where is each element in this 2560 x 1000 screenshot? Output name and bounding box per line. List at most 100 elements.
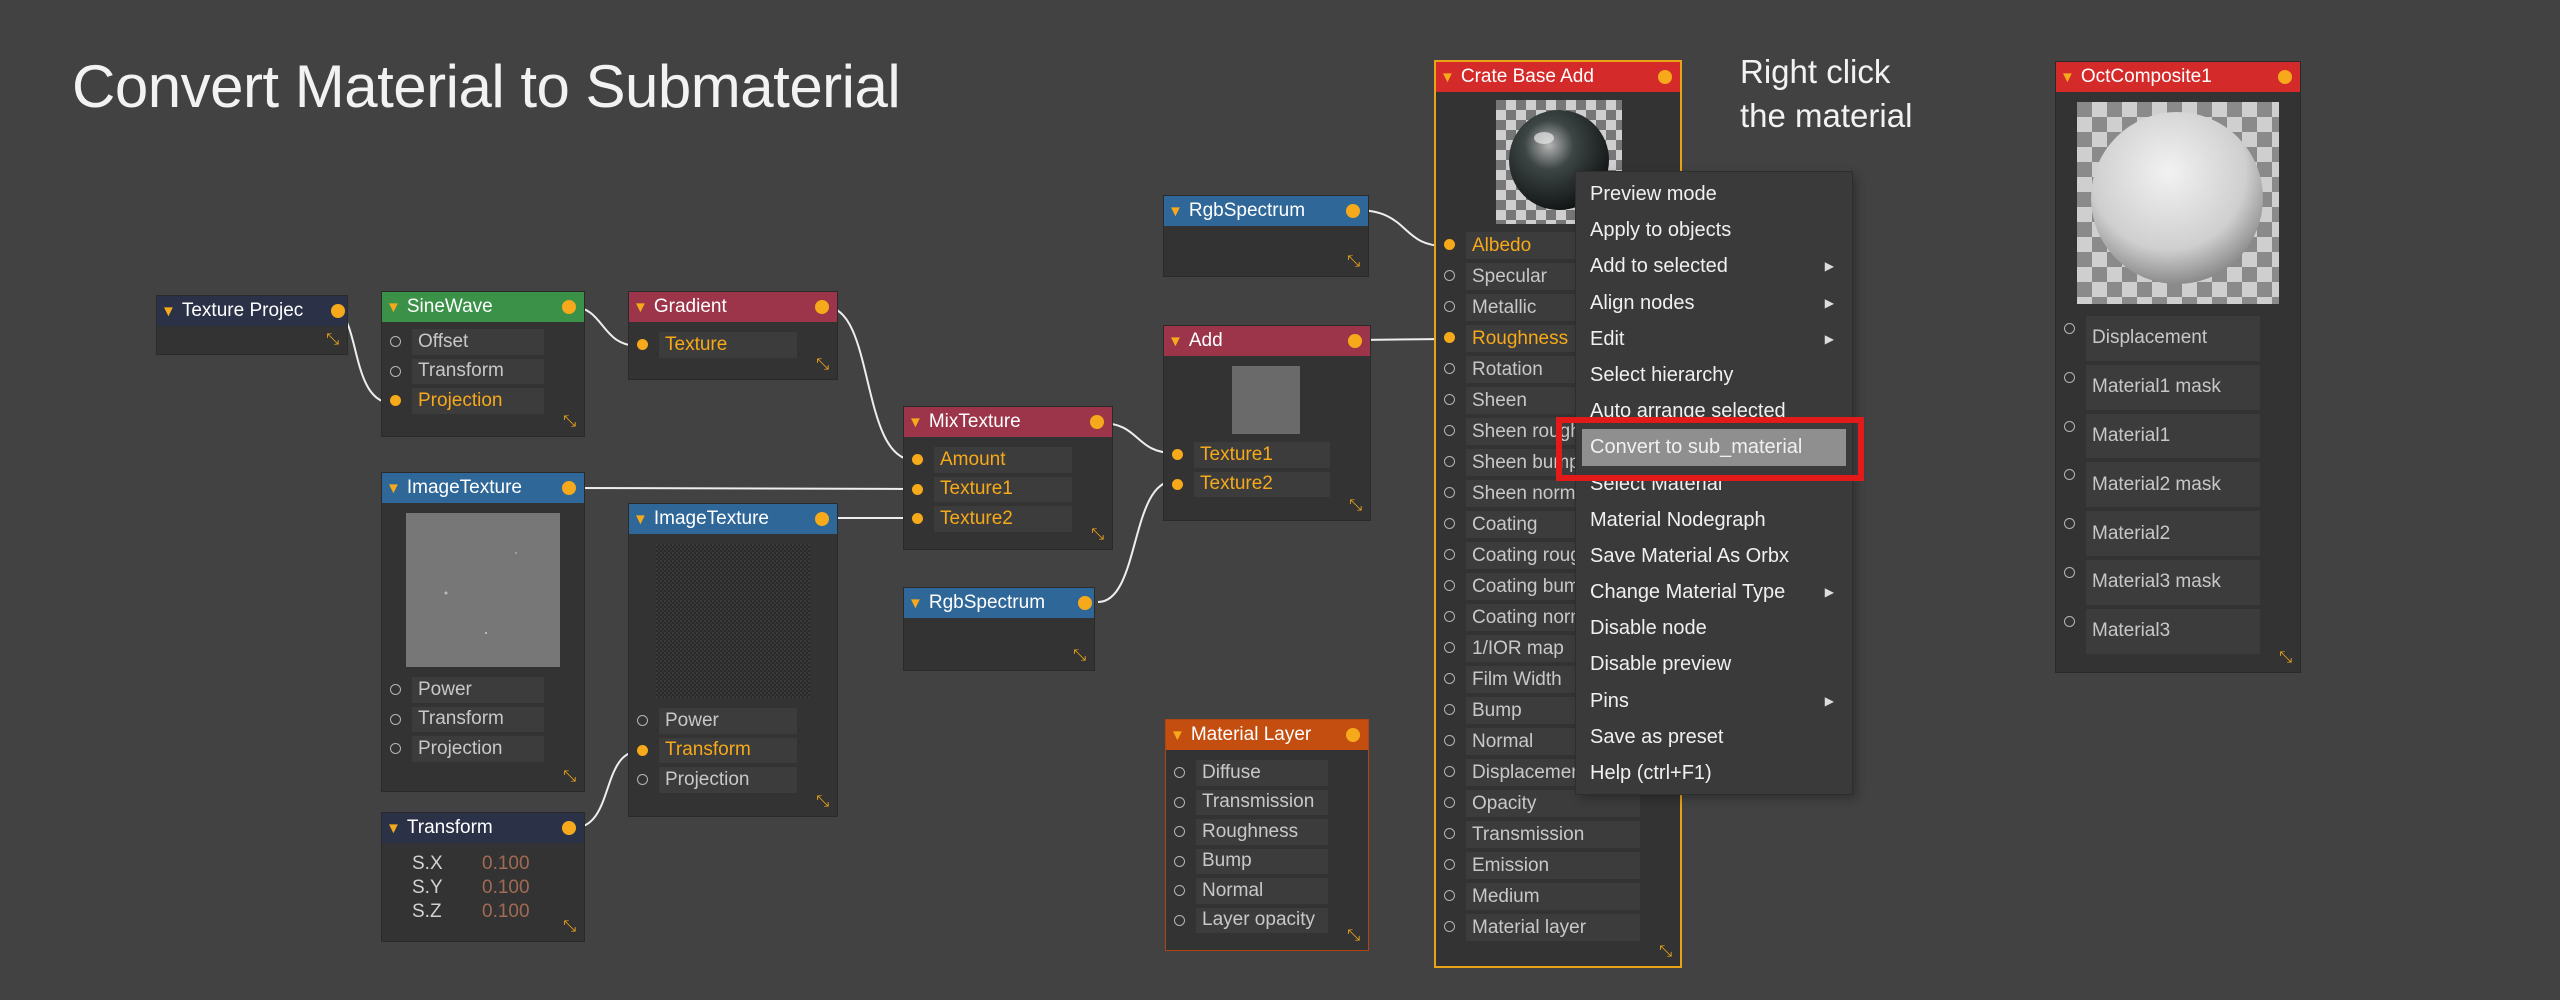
- menu-item-apply-to-objects[interactable]: Apply to objects: [1576, 212, 1852, 248]
- pin-transform[interactable]: Transform: [382, 357, 584, 387]
- expand-icon[interactable]: ⤡: [1347, 254, 1360, 270]
- node-header[interactable]: ▼ Crate Base Add: [1436, 62, 1680, 92]
- expand-icon[interactable]: ⤡: [816, 357, 829, 373]
- menu-item-disable-node[interactable]: Disable node: [1576, 610, 1852, 646]
- pin-emission[interactable]: Emission: [1436, 850, 1680, 881]
- node-rgb-spectrum[interactable]: ▼ RgbSpectrum ⤡: [1164, 196, 1368, 276]
- pin-normal[interactable]: Normal: [1166, 876, 1368, 906]
- expand-icon[interactable]: ⤡: [816, 794, 829, 810]
- pin-transmission[interactable]: Transmission: [1166, 788, 1368, 818]
- pin-diffuse[interactable]: Diffuse: [1166, 758, 1368, 788]
- expand-icon[interactable]: ⤡: [563, 414, 576, 430]
- output-pin[interactable]: [1090, 415, 1104, 429]
- menu-item-align-nodes[interactable]: Align nodes ▶: [1576, 285, 1852, 321]
- node-header[interactable]: ▼ Gradient: [629, 292, 837, 322]
- node-mix-texture[interactable]: ▼ MixTexture Amount Texture1 Texture2 ⤡: [904, 407, 1112, 549]
- pin-displacement[interactable]: Displacement: [2056, 314, 2300, 363]
- pin-texture2[interactable]: Texture2: [1164, 470, 1370, 500]
- node-header[interactable]: ▼ ImageTexture: [629, 504, 837, 534]
- menu-item-preview-mode[interactable]: Preview mode: [1576, 176, 1852, 212]
- collapse-triangle-icon[interactable]: ▼: [1170, 727, 1185, 744]
- collapse-triangle-icon[interactable]: ▼: [633, 299, 648, 316]
- node-header[interactable]: ▼ MixTexture: [904, 407, 1112, 437]
- output-pin[interactable]: [1658, 70, 1672, 84]
- menu-item-material-nodegraph[interactable]: Material Nodegraph: [1576, 502, 1852, 538]
- pin-material1[interactable]: Material1: [2056, 412, 2300, 461]
- node-image-texture[interactable]: ▼ ImageTexture Power Transform Projection…: [629, 504, 837, 816]
- collapse-triangle-icon[interactable]: ▼: [1168, 203, 1183, 220]
- pin-material3-mask[interactable]: Material3 mask: [2056, 558, 2300, 607]
- output-pin[interactable]: [331, 304, 345, 318]
- pin-material-layer[interactable]: Material layer: [1436, 912, 1680, 943]
- output-pin[interactable]: [815, 512, 829, 526]
- pin-material3[interactable]: Material3: [2056, 607, 2300, 656]
- output-pin[interactable]: [562, 300, 576, 314]
- menu-item-disable-preview[interactable]: Disable preview: [1576, 646, 1852, 682]
- output-pin[interactable]: [1346, 204, 1360, 218]
- collapse-triangle-icon[interactable]: ▼: [386, 299, 401, 316]
- expand-icon[interactable]: ⤡: [1073, 648, 1086, 664]
- pin-offset[interactable]: Offset: [382, 327, 584, 357]
- node-header[interactable]: ▼ ImageTexture: [382, 473, 584, 503]
- output-pin[interactable]: [562, 481, 576, 495]
- param-sx[interactable]: S.X 0.100: [382, 853, 584, 877]
- node-transform[interactable]: ▼ Transform S.X 0.100 S.Y 0.100 S.Z 0.100 ⤡: [382, 813, 584, 941]
- expand-icon[interactable]: ⤡: [326, 332, 339, 348]
- expand-icon[interactable]: ⤡: [563, 769, 576, 785]
- menu-item-select-hierarchy[interactable]: Select hierarchy: [1576, 357, 1852, 393]
- collapse-triangle-icon[interactable]: ▼: [161, 303, 176, 320]
- expand-icon[interactable]: ⤡: [2279, 650, 2292, 666]
- node-graph-canvas[interactable]: Convert Material to Submaterial Right cl…: [0, 0, 2560, 1000]
- pin-transmission[interactable]: Transmission: [1436, 819, 1680, 850]
- menu-item-change-material-type[interactable]: Change Material Type ▶: [1576, 574, 1852, 610]
- node-header[interactable]: ▼ SineWave: [382, 292, 584, 322]
- node-header[interactable]: ▼ Transform: [382, 813, 584, 843]
- node-header[interactable]: ▼ Texture Projec: [157, 296, 347, 326]
- output-pin[interactable]: [815, 300, 829, 314]
- collapse-triangle-icon[interactable]: ▼: [1440, 69, 1455, 86]
- menu-item-add-to-selected[interactable]: Add to selected ▶: [1576, 248, 1852, 284]
- expand-icon[interactable]: ⤡: [563, 919, 576, 935]
- node-image-texture[interactable]: ▼ ImageTexture Power Transform Projection…: [382, 473, 584, 791]
- pin-material1-mask[interactable]: Material1 mask: [2056, 363, 2300, 412]
- pin-texture1[interactable]: Texture1: [904, 475, 1112, 505]
- pin-roughness[interactable]: Roughness: [1166, 817, 1368, 847]
- pin-material2[interactable]: Material2: [2056, 509, 2300, 558]
- collapse-triangle-icon[interactable]: ▼: [908, 414, 923, 431]
- node-header[interactable]: ▼ Material Layer: [1166, 720, 1368, 750]
- menu-item-save-as-preset[interactable]: Save as preset: [1576, 719, 1852, 755]
- pin-power[interactable]: Power: [382, 675, 584, 705]
- collapse-triangle-icon[interactable]: ▼: [633, 511, 648, 528]
- pin-transform[interactable]: Transform: [382, 705, 584, 735]
- pin-texture1[interactable]: Texture1: [1164, 440, 1370, 470]
- pin-amount[interactable]: Amount: [904, 445, 1112, 475]
- node-rgb-spectrum[interactable]: ▼ RgbSpectrum ⤡: [904, 588, 1094, 670]
- output-pin[interactable]: [2278, 70, 2292, 84]
- collapse-triangle-icon[interactable]: ▼: [908, 595, 923, 612]
- node-header[interactable]: ▼ Add: [1164, 326, 1370, 356]
- param-sz[interactable]: S.Z 0.100: [382, 901, 584, 925]
- node-gradient[interactable]: ▼ Gradient Texture ⤡: [629, 292, 837, 379]
- collapse-triangle-icon[interactable]: ▼: [2060, 69, 2075, 86]
- expand-icon[interactable]: ⤡: [1659, 944, 1672, 960]
- node-header[interactable]: ▼ RgbSpectrum: [904, 588, 1094, 618]
- pin-projection[interactable]: Projection: [382, 734, 584, 764]
- output-pin[interactable]: [1348, 334, 1362, 348]
- pin-layer-opacity[interactable]: Layer opacity: [1166, 906, 1368, 936]
- expand-icon[interactable]: ⤡: [1349, 498, 1362, 514]
- node-header[interactable]: ▼ RgbSpectrum: [1164, 196, 1368, 226]
- menu-item-help-ctrl-f1[interactable]: Help (ctrl+F1): [1576, 755, 1852, 791]
- node-sinewave[interactable]: ▼ SineWave Offset Transform Projection ⤡: [382, 292, 584, 436]
- expand-icon[interactable]: ⤡: [1347, 928, 1360, 944]
- pin-projection[interactable]: Projection: [629, 765, 837, 795]
- node-material-layer[interactable]: ▼ Material Layer Diffuse Transmission Rou…: [1166, 720, 1368, 950]
- collapse-triangle-icon[interactable]: ▼: [1168, 333, 1183, 350]
- pin-transform[interactable]: Transform: [629, 736, 837, 766]
- menu-item-edit[interactable]: Edit ▶: [1576, 321, 1852, 357]
- output-pin[interactable]: [1078, 596, 1092, 610]
- pin-texture2[interactable]: Texture2: [904, 504, 1112, 534]
- pin-texture[interactable]: Texture: [629, 330, 837, 360]
- menu-item-save-material-as-orbx[interactable]: Save Material As Orbx: [1576, 538, 1852, 574]
- param-sy[interactable]: S.Y 0.100: [382, 877, 584, 901]
- pin-power[interactable]: Power: [629, 706, 837, 736]
